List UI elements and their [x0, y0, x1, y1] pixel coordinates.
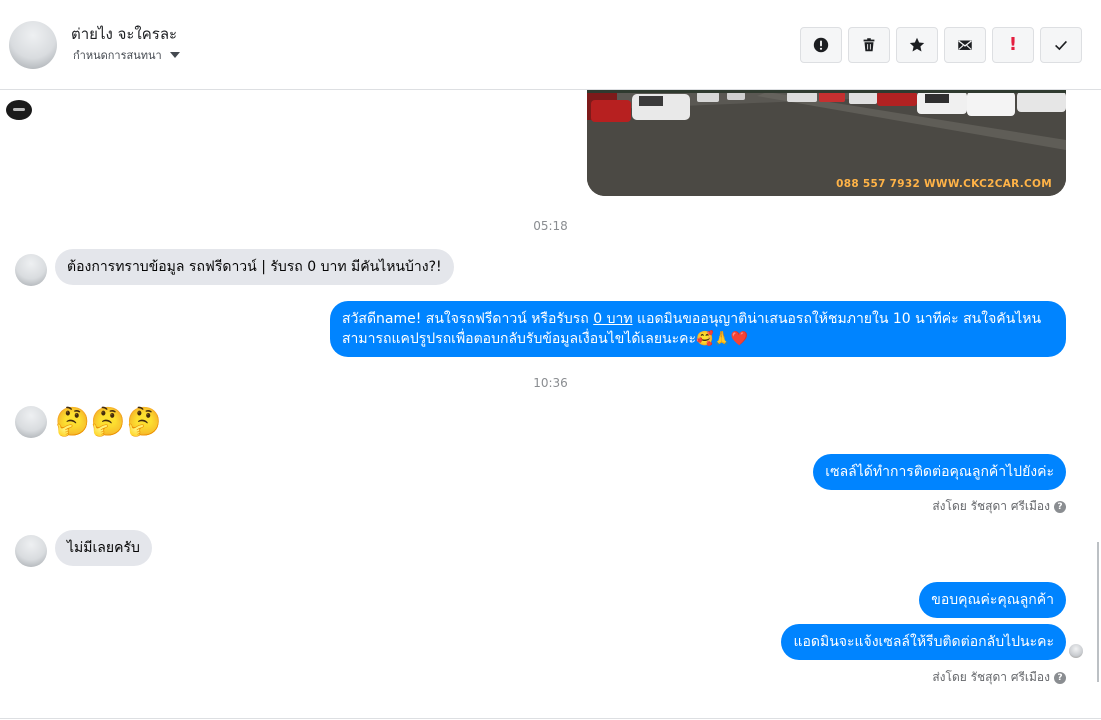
caret-down-icon: [169, 52, 180, 58]
outgoing-message[interactable]: เซลล์ได้ทำการติดต่อคุณลูกค้าไปยังค่ะ: [813, 454, 1066, 490]
exclamation-circle-icon: [813, 37, 829, 53]
help-icon[interactable]: ?: [1054, 500, 1066, 513]
star-button[interactable]: [896, 27, 938, 63]
scrollbar[interactable]: [1095, 90, 1101, 720]
assign-conversation-dropdown[interactable]: กำหนดการสนทนา: [73, 46, 180, 64]
sent-by-text: ส่งโดย รัชสุดา ศรีเมือง: [932, 499, 1050, 513]
timestamp: 10:36: [533, 376, 568, 390]
conversation-toolbar: !: [800, 27, 1082, 63]
sent-by-label: ส่งโดย รัชสุดา ศรีเมือง ?: [932, 497, 1066, 516]
done-button[interactable]: [1040, 27, 1082, 63]
page-logo-icon: [6, 100, 32, 120]
incoming-message[interactable]: ต้องการทราบข้อมูล รถฟรีดาวน์ | รับรถ 0 บ…: [55, 249, 454, 285]
contact-avatar[interactable]: [9, 21, 57, 69]
envelope-icon: [958, 40, 972, 50]
checkmark-icon: [1055, 40, 1067, 51]
outgoing-message[interactable]: สวัสดีname! สนใจรถฟรีดาวน์ หรือรับรถ 0 บ…: [330, 301, 1066, 357]
report-button[interactable]: [800, 27, 842, 63]
incoming-message[interactable]: ไม่มีเลยครับ: [55, 530, 152, 566]
outgoing-message[interactable]: แอดมินจะแจ้งเซลล์ให้รีบติดต่อกลับไปนะคะ: [781, 624, 1066, 660]
star-icon: [909, 37, 925, 52]
scrollbar-thumb[interactable]: [1097, 542, 1099, 682]
photo-watermark: 088 557 7932 WWW.CKC2CAR.COM: [836, 178, 1052, 190]
conversation-header: ต่ายไง จะใครละ กำหนดการสนทนา !: [0, 0, 1101, 90]
sender-avatar[interactable]: [15, 254, 47, 286]
timestamp: 05:18: [533, 219, 568, 233]
message-thread[interactable]: 088 557 7932 WWW.CKC2CAR.COM 05:18 ต้องก…: [0, 70, 1101, 720]
mark-unread-button[interactable]: [944, 27, 986, 63]
sent-by-label: ส่งโดย รัชสุดา ศรีเมือง ?: [932, 668, 1066, 687]
delete-button[interactable]: [848, 27, 890, 63]
trash-icon: [863, 38, 875, 52]
message-text: สวัสดีname! สนใจรถฟรีดาวน์ หรือรับรถ: [342, 311, 594, 327]
sender-avatar[interactable]: [15, 535, 47, 567]
red-exclamation-icon: !: [1008, 34, 1018, 55]
contact-name[interactable]: ต่ายไง จะใครละ: [71, 22, 177, 46]
assign-conversation-label: กำหนดการสนทนา: [73, 49, 162, 62]
sent-by-text: ส่งโดย รัชสุดา ศรีเมือง: [932, 670, 1050, 684]
help-icon[interactable]: ?: [1054, 671, 1066, 684]
spam-button[interactable]: !: [992, 27, 1034, 63]
seen-avatar: [1069, 644, 1083, 658]
incoming-emoji-message[interactable]: 🤔🤔🤔: [55, 406, 163, 438]
divider: [0, 718, 1101, 719]
sender-avatar[interactable]: [15, 406, 47, 438]
message-underlined-text: 0 บาท: [593, 311, 633, 327]
outgoing-message[interactable]: ขอบคุณค่ะคุณลูกค้า: [919, 582, 1066, 618]
